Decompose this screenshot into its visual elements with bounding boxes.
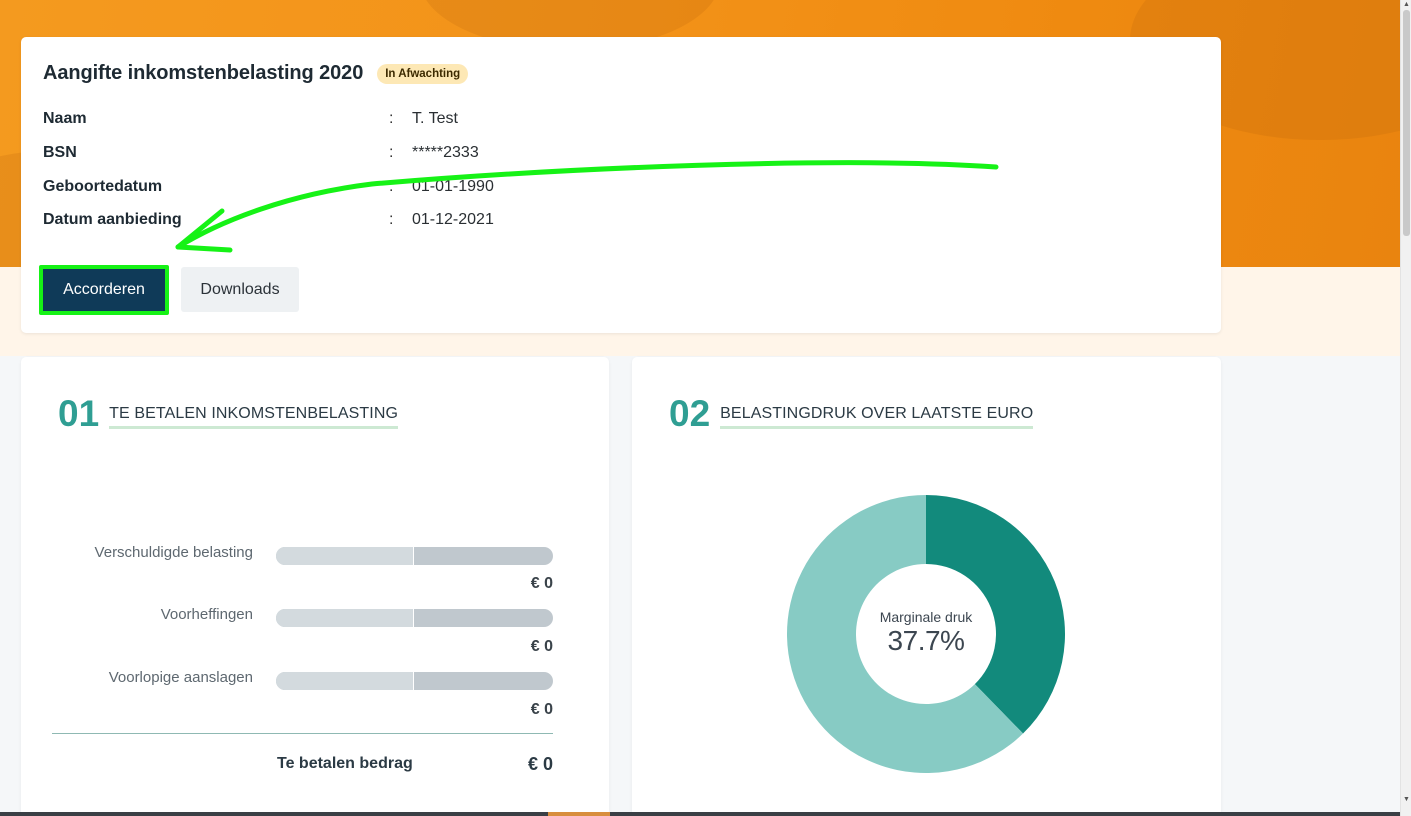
- card-title: TE BETALEN INKOMSTENBELASTING: [109, 405, 399, 429]
- approve-button[interactable]: Accorderen: [39, 265, 169, 315]
- scroll-up-icon[interactable]: ▲: [1401, 1, 1411, 8]
- page-title: Aangifte inkomstenbelasting 2020: [43, 62, 364, 84]
- donut-center-label: Marginale druk: [879, 609, 973, 625]
- field-label: Naam: [43, 110, 87, 127]
- bar-track: [276, 672, 553, 690]
- total-label: Te betalen bedrag: [277, 755, 413, 772]
- bar-segment: [276, 547, 414, 565]
- divider: [52, 733, 553, 734]
- donut-center-value: 37.7%: [887, 625, 965, 656]
- bottom-bar: [0, 812, 1400, 816]
- field-separator: :: [389, 144, 394, 161]
- vertical-scrollbar[interactable]: ▲ ▼: [1400, 0, 1411, 816]
- scroll-down-icon[interactable]: ▼: [1401, 796, 1411, 803]
- bar-label: Voorheffingen: [160, 606, 253, 623]
- card-title: BELASTINGDRUK OVER LAATSTE EURO: [720, 405, 1034, 429]
- bottom-bar-segment: [548, 812, 610, 816]
- bar-track: [276, 609, 553, 627]
- field-value: 01-01-1990: [412, 178, 494, 195]
- declaration-card: Aangifte inkomstenbelasting 2020 In Afwa…: [21, 37, 1221, 333]
- field-value: *****2333: [412, 144, 479, 161]
- donut-center: Marginale druk 37.7%: [787, 495, 1065, 773]
- field-value: 01-12-2021: [412, 211, 494, 228]
- declaration-header: Aangifte inkomstenbelasting 2020 In Afwa…: [43, 62, 469, 85]
- bar-amount: € 0: [530, 638, 553, 655]
- field-label: BSN: [43, 144, 77, 161]
- field-separator: :: [389, 211, 394, 228]
- bar-segment: [276, 609, 414, 627]
- card-header: 01 TE BETALEN INKOMSTENBELASTING: [58, 393, 399, 434]
- bar-amount: € 0: [530, 575, 553, 592]
- field-label: Datum aanbieding: [43, 211, 182, 228]
- field-label: Geboortedatum: [43, 178, 163, 195]
- bar-track: [276, 547, 553, 565]
- info-row-birthdate: Geboortedatum : 01-01-1990: [43, 178, 643, 200]
- bar-label: Verschuldigde belasting: [94, 544, 253, 561]
- donut-chart: Marginale druk 37.7%: [787, 495, 1065, 773]
- marginal-rate-card: 02 BELASTINGDRUK OVER LAATSTE EURO Margi…: [632, 357, 1221, 816]
- card-number: 02: [669, 393, 711, 434]
- scroll-thumb[interactable]: [1403, 10, 1410, 236]
- bar-segment: [276, 672, 414, 690]
- bar-amount: € 0: [530, 701, 553, 718]
- info-row-name: Naam : T. Test: [43, 110, 643, 132]
- bar-label: Voorlopige aanslagen: [108, 669, 253, 686]
- status-badge: In Afwachting: [377, 63, 469, 84]
- total-amount: € 0: [527, 754, 553, 774]
- downloads-button[interactable]: Downloads: [181, 267, 299, 312]
- field-separator: :: [389, 110, 394, 127]
- card-header: 02 BELASTINGDRUK OVER LAATSTE EURO: [669, 393, 1034, 434]
- field-value: T. Test: [412, 110, 458, 127]
- card-number: 01: [58, 393, 100, 434]
- info-row-bsn: BSN : *****2333: [43, 144, 643, 166]
- tax-payable-card: 01 TE BETALEN INKOMSTENBELASTING Verschu…: [21, 357, 609, 816]
- field-separator: :: [389, 178, 394, 195]
- info-row-offer-date: Datum aanbieding : 01-12-2021: [43, 211, 643, 233]
